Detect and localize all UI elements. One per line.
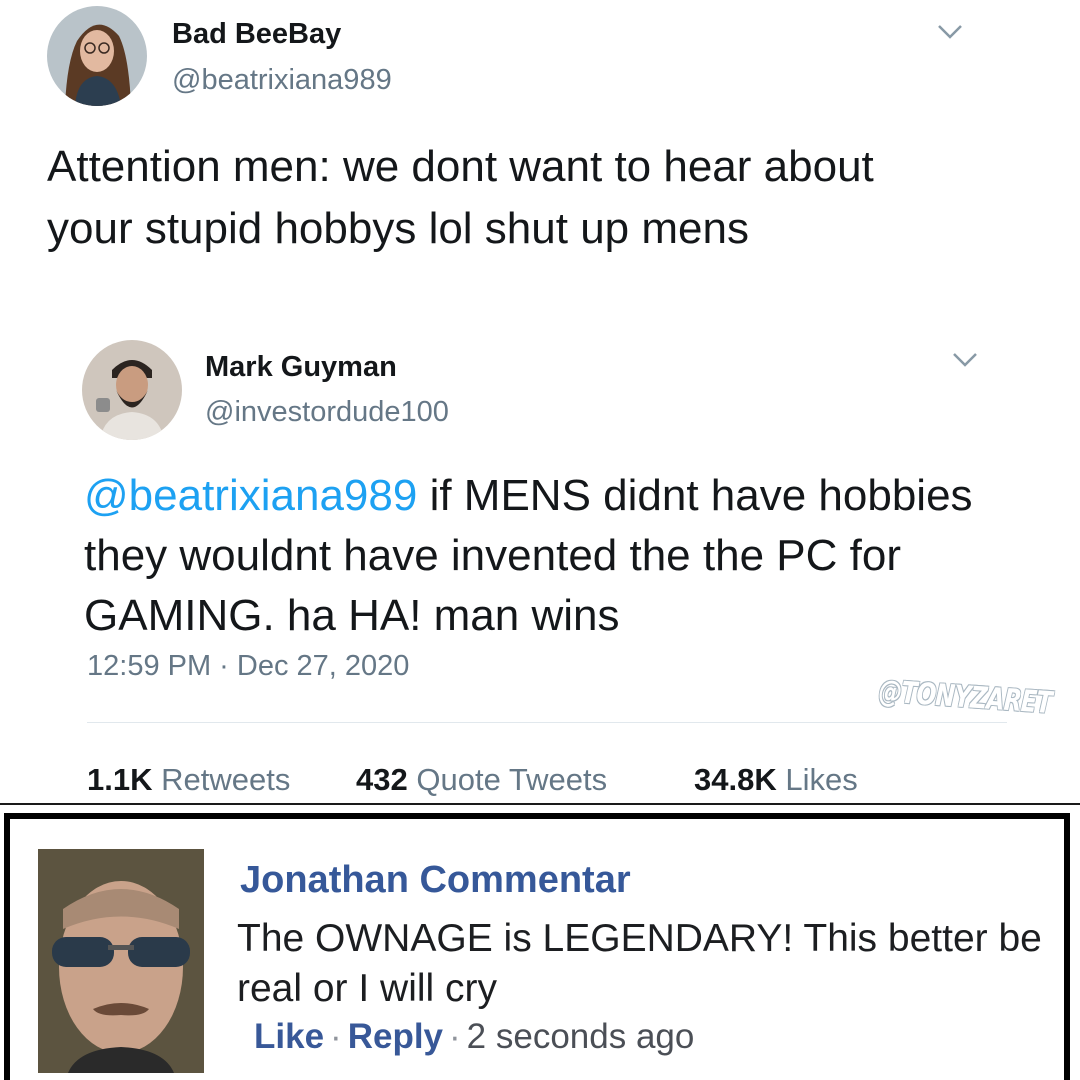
tweet2-text: @beatrixiana989 if MENS didnt have hobbi… [84,466,1014,646]
man-sunglasses-portrait-icon [38,849,204,1073]
woman-portrait-icon [47,6,147,106]
comment-box: Jonathan Commentar The OWNAGE is LEGENDA… [4,813,1070,1080]
commenter-name[interactable]: Jonathan Commentar [240,859,631,902]
divider [87,722,1007,723]
quote-tweets-count: 432 [356,762,408,797]
reply-button[interactable]: Reply [348,1017,443,1056]
tweet2-mention-link[interactable]: @beatrixiana989 [84,471,417,520]
tweet2-handle[interactable]: @investordude100 [205,396,449,429]
quote-tweets-stat[interactable]: 432 Quote Tweets [356,762,607,798]
comment-actions: Like · Reply · 2 seconds ago [254,1017,694,1057]
separator: · [330,1017,342,1056]
separator: · [449,1017,461,1056]
comment-text: The OWNAGE is LEGENDARY! This better be … [237,917,1042,1010]
tweet1-avatar[interactable] [47,6,147,106]
commenter-avatar[interactable] [38,849,204,1073]
tweet1-handle[interactable]: @beatrixiana989 [172,64,392,97]
chevron-down-icon[interactable] [950,350,980,370]
retweets-label: Retweets [161,762,291,797]
tweet2-display-name[interactable]: Mark Guyman [205,351,397,384]
retweets-stat[interactable]: 1.1K Retweets [87,762,290,798]
comment-timestamp[interactable]: 2 seconds ago [467,1017,695,1056]
divider [0,803,1080,805]
likes-stat[interactable]: 34.8K Likes [694,762,858,798]
bearded-man-portrait-icon [82,340,182,440]
watermark: @TONYZARET [877,674,1053,721]
retweets-count: 1.1K [87,762,153,797]
chevron-down-icon[interactable] [935,22,965,42]
tweet1-text: Attention men: we dont want to hear abou… [47,142,874,253]
likes-count: 34.8K [694,762,777,797]
quote-tweets-label: Quote Tweets [416,762,608,797]
tweet1-display-name[interactable]: Bad BeeBay [172,18,341,51]
likes-label: Likes [785,762,858,797]
like-button[interactable]: Like [254,1017,324,1056]
tweet2-timestamp[interactable]: 12:59 PM · Dec 27, 2020 [87,650,409,683]
tweet2-avatar[interactable] [82,340,182,440]
